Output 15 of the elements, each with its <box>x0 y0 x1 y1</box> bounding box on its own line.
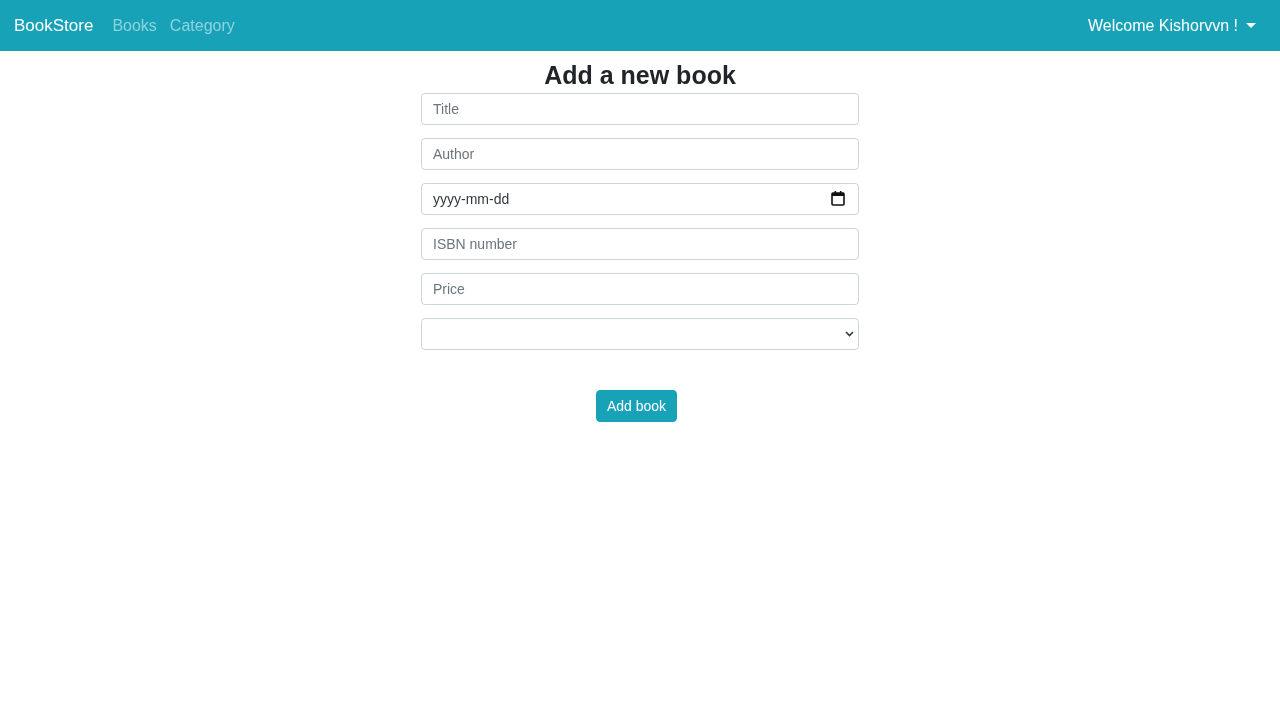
user-menu-dropdown[interactable]: Welcome Kishorvvn ! <box>1088 8 1256 43</box>
text-input-field[interactable]: Price <box>421 273 859 305</box>
text-input-field[interactable]: Author <box>421 138 859 170</box>
caret-icon <box>1246 23 1256 28</box>
page-heading: Add a new book <box>544 60 736 90</box>
dropdown-select[interactable] <box>421 318 859 350</box>
date-input-field[interactable]: yyyy-mm-dd <box>421 183 859 215</box>
chevron-down-icon <box>845 331 854 337</box>
text-input-field[interactable]: ISBN number <box>421 228 859 260</box>
nav-link[interactable]: Books <box>112 8 157 43</box>
brand-link[interactable]: BookStore <box>14 11 94 40</box>
add-book-button[interactable]: Add book <box>595 390 678 422</box>
nav-link[interactable]: Category <box>169 8 235 43</box>
calendar-icon <box>831 191 845 206</box>
text-input-field[interactable]: Title <box>421 93 859 125</box>
